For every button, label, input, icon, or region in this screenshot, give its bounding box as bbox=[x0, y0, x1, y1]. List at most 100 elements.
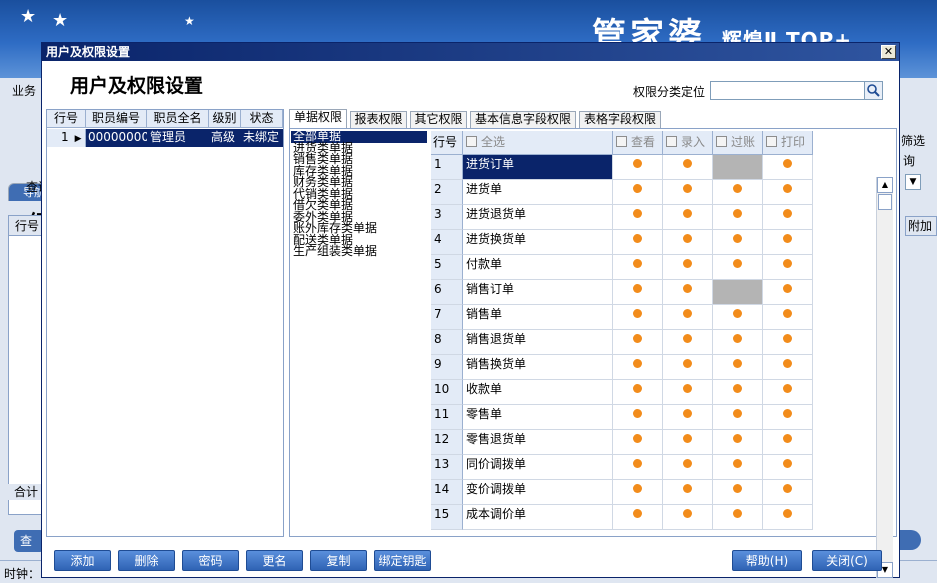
view-permission-cell[interactable] bbox=[613, 180, 663, 205]
tab-other-permissions[interactable]: 其它权限 bbox=[410, 111, 467, 128]
view-permission-cell[interactable] bbox=[613, 505, 663, 530]
print-header[interactable]: 打印 bbox=[763, 131, 813, 155]
table-row[interactable]: 9 销售换货单 bbox=[431, 355, 813, 380]
document-name-cell[interactable]: 销售退货单 bbox=[463, 330, 613, 355]
view-permission-cell[interactable] bbox=[613, 455, 663, 480]
post-permission-cell[interactable] bbox=[713, 280, 763, 305]
document-name-cell[interactable]: 同价调拨单 bbox=[463, 455, 613, 480]
user-code-cell[interactable]: 000000000 bbox=[86, 129, 147, 147]
table-row[interactable]: 1▶ 000000000 管理员 高级 未绑定 bbox=[47, 129, 283, 147]
post-permission-cell[interactable] bbox=[713, 430, 763, 455]
business-label[interactable]: 业务 bbox=[12, 82, 36, 99]
password-button[interactable]: 密码 bbox=[182, 550, 239, 571]
table-row[interactable]: 6 销售订单 bbox=[431, 280, 813, 305]
checkbox-icon[interactable] bbox=[616, 136, 627, 147]
view-permission-cell[interactable] bbox=[613, 380, 663, 405]
document-name-cell[interactable]: 变价调拨单 bbox=[463, 480, 613, 505]
table-row[interactable]: 10 收款单 bbox=[431, 380, 813, 405]
post-permission-cell[interactable] bbox=[713, 305, 763, 330]
search-icon[interactable] bbox=[864, 81, 883, 100]
category-list[interactable]: 全部单据 进货类单据 销售类单据 库存类单据 财务类单据 代销类单据 借欠类单据 委外类单据账… bbox=[291, 130, 429, 531]
post-header[interactable]: 过账 bbox=[713, 131, 763, 155]
entry-permission-cell[interactable] bbox=[663, 155, 713, 180]
view-permission-cell[interactable] bbox=[613, 280, 663, 305]
document-name-cell[interactable]: 进货换货单 bbox=[463, 230, 613, 255]
post-permission-cell[interactable] bbox=[713, 330, 763, 355]
print-permission-cell[interactable] bbox=[763, 405, 813, 430]
entry-permission-cell[interactable] bbox=[663, 380, 713, 405]
col-header-name[interactable]: 职员全名 bbox=[147, 110, 209, 128]
print-permission-cell[interactable] bbox=[763, 480, 813, 505]
document-name-cell[interactable]: 销售订单 bbox=[463, 280, 613, 305]
print-permission-cell[interactable] bbox=[763, 155, 813, 180]
bind-key-button[interactable]: 绑定钥匙 bbox=[374, 550, 431, 571]
print-permission-cell[interactable] bbox=[763, 330, 813, 355]
tab-document-permissions[interactable]: 单据权限 bbox=[289, 109, 347, 128]
entry-permission-cell[interactable] bbox=[663, 280, 713, 305]
view-permission-cell[interactable] bbox=[613, 305, 663, 330]
print-permission-cell[interactable] bbox=[763, 280, 813, 305]
entry-permission-cell[interactable] bbox=[663, 455, 713, 480]
view-permission-cell[interactable] bbox=[613, 230, 663, 255]
document-name-cell[interactable]: 零售退货单 bbox=[463, 430, 613, 455]
entry-permission-cell[interactable] bbox=[663, 230, 713, 255]
document-name-cell[interactable]: 收款单 bbox=[463, 380, 613, 405]
table-row[interactable]: 11 零售单 bbox=[431, 405, 813, 430]
entry-permission-cell[interactable] bbox=[663, 430, 713, 455]
entry-permission-cell[interactable] bbox=[663, 205, 713, 230]
print-permission-cell[interactable] bbox=[763, 205, 813, 230]
view-permission-cell[interactable] bbox=[613, 205, 663, 230]
table-row[interactable]: 3 进货退货单 bbox=[431, 205, 813, 230]
post-permission-cell[interactable] bbox=[713, 205, 763, 230]
document-name-cell[interactable]: 进货单 bbox=[463, 180, 613, 205]
print-permission-cell[interactable] bbox=[763, 505, 813, 530]
post-permission-cell[interactable] bbox=[713, 155, 763, 180]
dropdown-arrow-icon[interactable]: ▼ bbox=[905, 174, 921, 190]
dialog-titlebar[interactable]: 用户及权限设置 ✕ bbox=[42, 43, 899, 61]
print-permission-cell[interactable] bbox=[763, 455, 813, 480]
select-all-header[interactable]: 全选 bbox=[463, 131, 613, 155]
entry-permission-cell[interactable] bbox=[663, 405, 713, 430]
post-permission-cell[interactable] bbox=[713, 455, 763, 480]
print-permission-cell[interactable] bbox=[763, 230, 813, 255]
rename-button[interactable]: 更名 bbox=[246, 550, 303, 571]
table-row[interactable]: 1 进货订单 bbox=[431, 155, 813, 180]
checkbox-icon[interactable] bbox=[716, 136, 727, 147]
post-permission-cell[interactable] bbox=[713, 380, 763, 405]
document-name-cell[interactable]: 付款单 bbox=[463, 255, 613, 280]
post-permission-cell[interactable] bbox=[713, 255, 763, 280]
table-row[interactable]: 2 进货单 bbox=[431, 180, 813, 205]
locate-input[interactable] bbox=[710, 81, 865, 100]
view-permission-cell[interactable] bbox=[613, 430, 663, 455]
post-permission-cell[interactable] bbox=[713, 505, 763, 530]
document-name-cell[interactable]: 成本调价单 bbox=[463, 505, 613, 530]
permission-grid[interactable]: 行号 全选 查看 录入 过账 打印 1 进货订单 2 进货单 3 进货退货单 4 进货换货单 5… bbox=[431, 131, 896, 534]
entry-permission-cell[interactable] bbox=[663, 355, 713, 380]
post-permission-cell[interactable] bbox=[713, 480, 763, 505]
tab-table-field-permissions[interactable]: 表格字段权限 bbox=[579, 111, 661, 128]
vertical-scrollbar[interactable]: ▲ ▼ bbox=[876, 177, 893, 578]
checkbox-icon[interactable] bbox=[766, 136, 777, 147]
table-row[interactable]: 13 同价调拨单 bbox=[431, 455, 813, 480]
table-row[interactable]: 4 进货换货单 bbox=[431, 230, 813, 255]
close-icon[interactable]: ✕ bbox=[881, 45, 896, 59]
entry-permission-cell[interactable] bbox=[663, 330, 713, 355]
user-status-cell[interactable]: 未绑定 bbox=[241, 129, 283, 147]
user-name-cell[interactable]: 管理员 bbox=[147, 129, 209, 147]
table-row[interactable]: 7 销售单 bbox=[431, 305, 813, 330]
entry-permission-cell[interactable] bbox=[663, 180, 713, 205]
help-button[interactable]: 帮助(H) bbox=[732, 550, 802, 571]
view-permission-cell[interactable] bbox=[613, 155, 663, 180]
table-row[interactable]: 8 销售退货单 bbox=[431, 330, 813, 355]
print-permission-cell[interactable] bbox=[763, 255, 813, 280]
view-header[interactable]: 查看 bbox=[613, 131, 663, 155]
post-permission-cell[interactable] bbox=[713, 405, 763, 430]
view-permission-cell[interactable] bbox=[613, 405, 663, 430]
tab-report-permissions[interactable]: 报表权限 bbox=[350, 111, 407, 128]
tab-basic-field-permissions[interactable]: 基本信息字段权限 bbox=[470, 111, 576, 128]
background-check-button[interactable]: 查 bbox=[14, 530, 44, 552]
list-item[interactable]: 生产组装类单据 bbox=[291, 245, 429, 258]
scroll-up-icon[interactable]: ▲ bbox=[877, 177, 893, 193]
table-row[interactable]: 5 付款单 bbox=[431, 255, 813, 280]
document-name-cell[interactable]: 进货退货单 bbox=[463, 205, 613, 230]
